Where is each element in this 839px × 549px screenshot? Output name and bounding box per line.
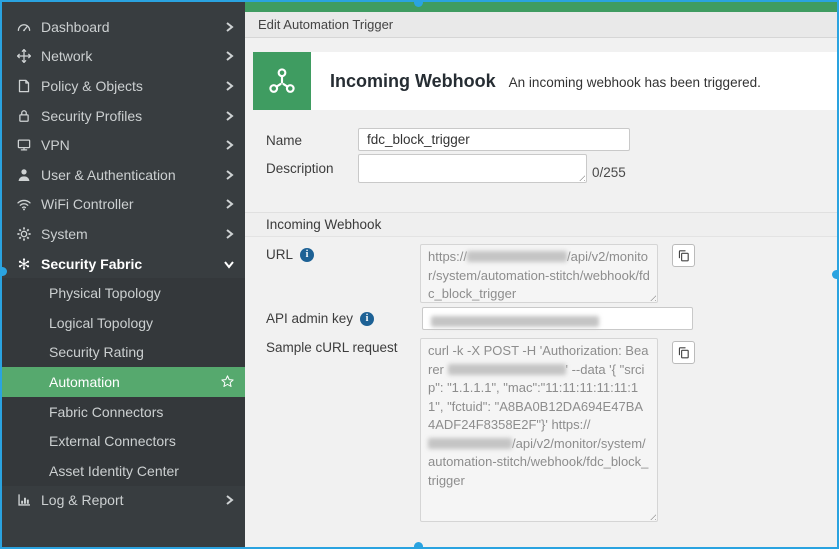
chevron-right-icon [223, 110, 235, 122]
chevron-right-icon [223, 139, 235, 151]
sidebar-item-fabric-connectors[interactable]: Fabric Connectors [2, 397, 245, 427]
copy-icon [676, 248, 691, 263]
api-admin-key-label-text: API admin key [266, 311, 353, 326]
trigger-subtitle: An incoming webhook has been triggered. [509, 72, 761, 90]
chevron-right-icon [223, 169, 235, 181]
sidebar-item-security-rating[interactable]: Security Rating [2, 338, 245, 368]
sidebar-item-label: Asset Identity Center [49, 463, 235, 479]
redacted-host [428, 438, 512, 449]
description-counter: 0/255 [592, 165, 626, 180]
description-textarea[interactable] [358, 154, 587, 183]
sidebar-item-label: User & Authentication [41, 167, 223, 183]
api-admin-key-label: API admin key [266, 311, 374, 326]
page-header: Edit Automation Trigger [245, 12, 837, 38]
sidebar-item-log-report[interactable]: Log & Report [2, 486, 245, 516]
sidebar-item-wifi-controller[interactable]: WiFi Controller [2, 190, 245, 220]
security-fabric-submenu: Physical Topology Logical Topology Secur… [2, 278, 245, 485]
sidebar-item-external-connectors[interactable]: External Connectors [2, 426, 245, 456]
policy-objects-icon [14, 76, 33, 95]
chevron-right-icon [223, 80, 235, 92]
webhook-icon [253, 52, 311, 110]
wifi-icon [14, 195, 33, 214]
chevron-right-icon [223, 494, 235, 506]
sidebar-item-label: Log & Report [41, 492, 223, 508]
sidebar-item-system[interactable]: System [2, 219, 245, 249]
sidebar-item-asset-identity-center[interactable]: Asset Identity Center [2, 456, 245, 486]
trigger-title: Incoming Webhook [330, 71, 496, 92]
gear-icon [14, 224, 33, 243]
lock-icon [14, 106, 33, 125]
copy-curl-button[interactable] [672, 341, 695, 364]
description-label: Description [266, 161, 334, 176]
sidebar-item-user-authentication[interactable]: User & Authentication [2, 160, 245, 190]
gauge-icon [14, 17, 33, 36]
favorite-star-icon[interactable] [220, 374, 235, 389]
sidebar: Dashboard Network Polic [2, 2, 245, 547]
chevron-right-icon [223, 228, 235, 240]
sidebar-item-label: Automation [49, 374, 220, 390]
url-label-text: URL [266, 247, 293, 262]
main-content: Edit Automation Trigger Incoming Webhook… [245, 2, 837, 547]
copy-icon [676, 345, 691, 360]
sidebar-item-label: External Connectors [49, 433, 235, 449]
sidebar-item-policy-objects[interactable]: Policy & Objects [2, 71, 245, 101]
bar-chart-icon [14, 491, 33, 510]
chevron-right-icon [223, 198, 235, 210]
sidebar-item-label: Network [41, 48, 223, 64]
url-label: URL [266, 247, 314, 262]
sidebar-item-label: Dashboard [41, 19, 223, 35]
info-icon[interactable] [360, 312, 374, 326]
redacted-host [467, 251, 567, 262]
url-textarea[interactable]: https:///api/v2/monitor/system/automatio… [420, 244, 658, 303]
chevron-right-icon [223, 50, 235, 62]
sidebar-item-label: WiFi Controller [41, 196, 223, 212]
section-title: Incoming Webhook [266, 217, 381, 232]
sidebar-item-label: System [41, 226, 223, 242]
redacted-bearer-token [448, 364, 566, 375]
monitor-icon [14, 136, 33, 155]
sidebar-item-automation[interactable]: Automation [2, 367, 245, 397]
trigger-type-card: Incoming Webhook An incoming webhook has… [253, 52, 837, 110]
name-input[interactable] [358, 128, 630, 151]
sidebar-item-label: Logical Topology [49, 315, 235, 331]
sidebar-item-label: Fabric Connectors [49, 404, 235, 420]
section-header-incoming-webhook: Incoming Webhook [245, 212, 837, 237]
chevron-right-icon [223, 21, 235, 33]
sidebar-item-label: Security Fabric [41, 256, 223, 272]
name-label: Name [266, 133, 302, 148]
user-icon [14, 165, 33, 184]
sidebar-item-security-profiles[interactable]: Security Profiles [2, 101, 245, 131]
sidebar-item-label: Policy & Objects [41, 78, 223, 94]
move-arrows-icon [14, 47, 33, 66]
selection-handle-bottom[interactable] [414, 542, 423, 549]
api-admin-key-input[interactable] [422, 307, 693, 330]
sidebar-item-dashboard[interactable]: Dashboard [2, 12, 245, 42]
security-fabric-icon [14, 254, 33, 273]
url-prefix: https:// [428, 249, 467, 264]
sidebar-item-vpn[interactable]: VPN [2, 130, 245, 160]
sidebar-item-physical-topology[interactable]: Physical Topology [2, 278, 245, 308]
sidebar-item-label: Security Rating [49, 344, 235, 360]
page-title: Edit Automation Trigger [258, 17, 393, 32]
info-icon[interactable] [300, 248, 314, 262]
app-window: Dashboard Network Polic [0, 0, 839, 549]
resize-handle[interactable] [647, 292, 656, 301]
sidebar-item-label: Physical Topology [49, 285, 235, 301]
sidebar-item-label: VPN [41, 137, 223, 153]
top-accent-bar [245, 2, 837, 12]
sidebar-item-security-fabric[interactable]: Security Fabric [2, 249, 245, 279]
sample-curl-textarea[interactable]: curl -k -X POST -H 'Authorization: Beare… [420, 338, 658, 522]
redacted-api-key [431, 316, 599, 327]
copy-url-button[interactable] [672, 244, 695, 267]
chevron-down-icon [223, 258, 235, 270]
sidebar-item-logical-topology[interactable]: Logical Topology [2, 308, 245, 338]
resize-handle[interactable] [647, 511, 656, 520]
selection-handle-right[interactable] [832, 270, 839, 279]
sample-curl-label: Sample cURL request [266, 340, 398, 355]
resize-handle[interactable] [576, 172, 585, 181]
sidebar-item-network[interactable]: Network [2, 42, 245, 72]
sidebar-item-label: Security Profiles [41, 108, 223, 124]
